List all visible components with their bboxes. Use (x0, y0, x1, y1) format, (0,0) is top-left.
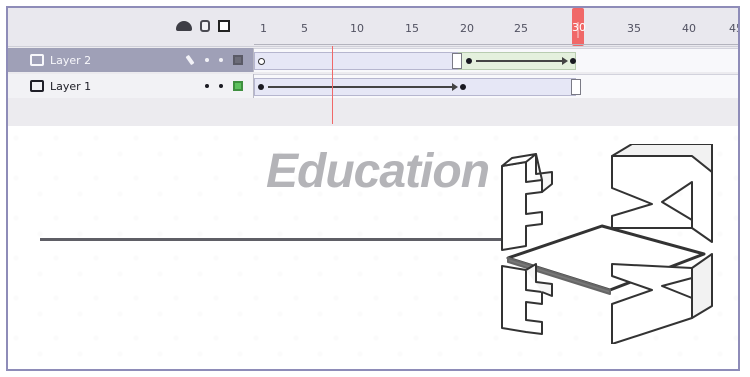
3d-letters-shape[interactable] (490, 144, 730, 344)
tween-arrow (476, 57, 568, 65)
tick-label: 5 (301, 22, 308, 35)
layer-icon (30, 80, 44, 92)
lock-dot[interactable] (219, 84, 223, 88)
pencil-icon (185, 55, 195, 65)
tick-label: 35 (627, 22, 641, 35)
tick-label: 45 (729, 22, 738, 35)
end-frame[interactable] (452, 53, 462, 69)
keyframe[interactable] (466, 58, 472, 64)
playhead[interactable]: 30 (572, 8, 586, 46)
end-frame[interactable] (571, 79, 581, 95)
timeline-panel: 1 5 10 15 20 25 30 35 40 45 Layer 2 (8, 8, 738, 127)
keyframe[interactable] (258, 84, 264, 90)
outline-square[interactable] (233, 81, 243, 91)
stage[interactable]: Education (8, 126, 738, 369)
tick-label: 1 (260, 22, 267, 35)
eye-icon[interactable] (176, 21, 192, 31)
timeline-header-icons (176, 20, 230, 32)
timeline-header: 1 5 10 15 20 25 30 35 40 45 (8, 8, 738, 47)
ruler-baseline (254, 44, 738, 45)
tick-label: 20 (460, 22, 474, 35)
blank-keyframe[interactable] (258, 58, 265, 65)
frame-ruler[interactable]: 1 5 10 15 20 25 30 35 40 45 (254, 8, 738, 46)
layer-name: Layer 2 (50, 53, 92, 67)
frames-layer-1[interactable] (254, 74, 738, 98)
layer-name: Layer 1 (50, 79, 92, 93)
tick-label: 25 (514, 22, 528, 35)
tick-label: 15 (405, 22, 419, 35)
current-frame-label: 30 (572, 21, 586, 34)
outline-icon[interactable] (218, 20, 230, 32)
tick-label: 40 (682, 22, 696, 35)
tick-label: 10 (350, 22, 364, 35)
layer-row-layer-2[interactable]: Layer 2 (8, 48, 254, 72)
keyframe[interactable] (460, 84, 466, 90)
visible-dot[interactable] (205, 84, 209, 88)
stage-text[interactable]: Education (266, 144, 490, 199)
outline-square[interactable] (233, 55, 243, 65)
layer-row-layer-1[interactable]: Layer 1 (8, 74, 254, 98)
keyframe[interactable] (570, 58, 576, 64)
tween-arrow (268, 83, 458, 91)
static-frames[interactable] (254, 52, 458, 70)
lock-dot[interactable] (219, 58, 223, 62)
layer-controls (185, 55, 243, 65)
motion-guide-line[interactable] (40, 238, 502, 241)
playhead-line (332, 46, 333, 124)
layer-icon (30, 54, 44, 66)
frames-layer-2[interactable] (254, 48, 738, 72)
lock-icon[interactable] (200, 20, 210, 32)
flash-window: 1 5 10 15 20 25 30 35 40 45 Layer 2 (6, 6, 740, 371)
layer-controls (205, 81, 243, 91)
visible-dot[interactable] (205, 58, 209, 62)
